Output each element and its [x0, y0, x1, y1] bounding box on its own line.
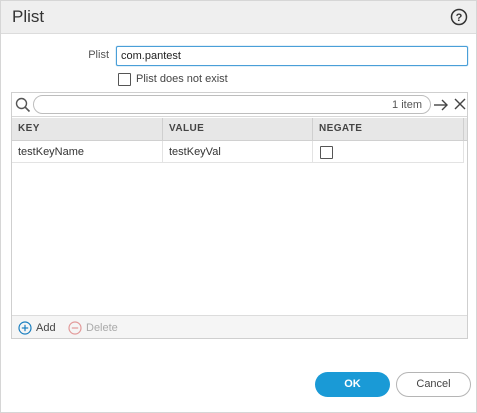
search-icon — [15, 97, 31, 113]
cell-key[interactable]: testKeyName — [12, 141, 163, 163]
help-icon[interactable]: ? — [450, 8, 468, 26]
plist-not-exist-label: Plist does not exist — [136, 73, 228, 85]
plist-input[interactable] — [116, 46, 468, 66]
plist-not-exist-checkbox[interactable] — [118, 72, 131, 86]
add-label: Add — [36, 321, 56, 334]
plist-dialog: Plist ? Plist Plist does not exist 1 ite… — [0, 0, 477, 413]
plus-circle-icon — [18, 320, 32, 335]
minus-circle-icon — [68, 320, 82, 335]
ok-button[interactable]: OK — [315, 372, 390, 397]
column-header-negate[interactable]: NEGATE — [313, 118, 464, 140]
svg-text:?: ? — [456, 12, 463, 24]
delete-label: Delete — [86, 321, 118, 334]
dialog-titlebar: Plist ? — [1, 1, 476, 34]
close-icon[interactable] — [453, 97, 467, 111]
delete-button[interactable]: Delete — [68, 320, 118, 335]
key-value-grid: 1 item KEY VALUE NEGATE testKeyName test… — [11, 92, 468, 339]
add-button[interactable]: Add — [18, 320, 56, 335]
dialog-title: Plist — [12, 7, 45, 26]
plist-not-exist-option[interactable]: Plist does not exist — [118, 71, 228, 87]
search-input[interactable]: 1 item — [33, 95, 431, 114]
plist-label: Plist — [88, 49, 109, 61]
table-row[interactable]: testKeyName testKeyVal — [12, 141, 464, 163]
arrow-right-icon[interactable] — [433, 97, 449, 113]
cancel-button[interactable]: Cancel — [396, 372, 471, 397]
item-count: 1 item — [392, 99, 422, 111]
column-header-key[interactable]: KEY — [12, 118, 163, 140]
negate-checkbox[interactable] — [320, 146, 333, 159]
grid-header: KEY VALUE NEGATE — [12, 118, 467, 141]
grid-searchbar: 1 item — [12, 93, 467, 117]
grid-footer: Add Delete — [12, 315, 467, 338]
column-header-value[interactable]: VALUE — [163, 118, 313, 140]
cell-value[interactable]: testKeyVal — [163, 141, 313, 163]
cell-negate — [313, 141, 464, 163]
